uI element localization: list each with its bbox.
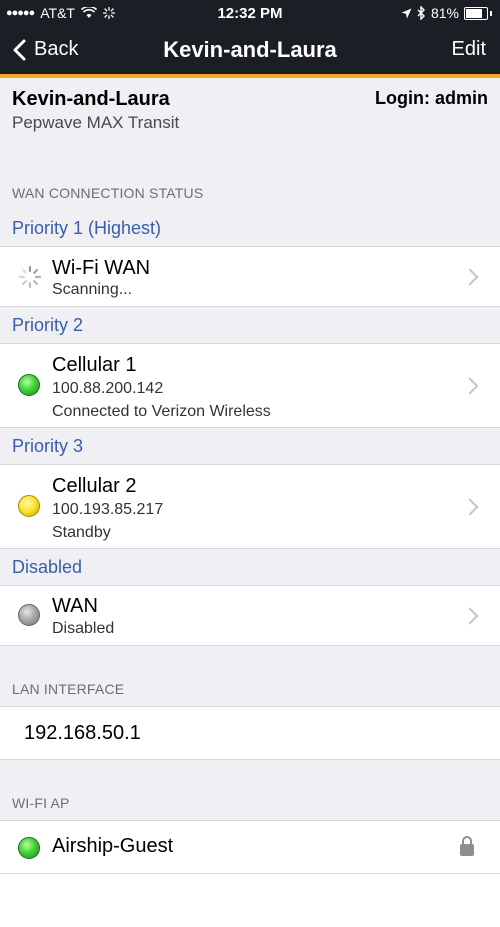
chevron-right-icon <box>461 377 479 395</box>
wan-status-text: Scanning... <box>52 281 133 298</box>
battery-icon <box>464 6 488 20</box>
wifi-ap-row-airship-guest[interactable]: Airship-Guest <box>0 820 500 874</box>
chevron-right-icon <box>461 607 479 625</box>
wifi-ap-row-partial[interactable] <box>0 873 500 927</box>
lan-interface-row[interactable]: 192.168.50.1 <box>0 706 500 760</box>
wan-section-header: WAN CONNECTION STATUS <box>12 185 204 201</box>
wan-ip-address: 100.88.200.142 <box>52 380 164 397</box>
wan-row-wifi-wan[interactable]: Wi-Fi WAN Scanning... <box>0 246 500 307</box>
device-model: Pepwave MAX Transit <box>12 113 180 132</box>
green-status-icon <box>18 374 40 396</box>
wan-row-cellular-2[interactable]: Cellular 2 100.193.85.217 Standby <box>0 464 500 549</box>
edit-button[interactable]: Edit <box>452 38 486 61</box>
wifi-ap-name: Airship-Guest <box>52 835 174 857</box>
priority-2-label: Priority 2 <box>0 307 500 343</box>
login-info: Login: admin <box>375 88 488 108</box>
accent-bar <box>0 74 500 78</box>
wan-row-wan[interactable]: WAN Disabled <box>0 585 500 646</box>
navigation-bar: Back Kevin-and-Laura Edit <box>0 26 500 74</box>
wan-status-text: Connected to Verizon Wireless <box>52 403 271 420</box>
wan-status-text: Disabled <box>52 620 115 637</box>
wan-name: WAN <box>52 595 98 617</box>
location-arrow-icon <box>401 8 412 18</box>
status-bar: ●●●●● AT&T 12:32 PM 81% <box>0 0 500 26</box>
top-bar: ●●●●● AT&T 12:32 PM 81% Back Kevin-and-L… <box>0 0 500 78</box>
priority-1-label: Priority 1 (Highest) <box>0 210 500 246</box>
wan-ip-address: 100.193.85.217 <box>52 501 164 518</box>
wan-status-text: Standby <box>52 524 111 541</box>
lock-icon <box>460 836 474 856</box>
lan-ip-address: 192.168.50.1 <box>24 722 141 744</box>
wan-row-cellular-1[interactable]: Cellular 1 100.88.200.142 Connected to V… <box>0 343 500 428</box>
priority-3-label: Priority 3 <box>0 428 500 464</box>
bluetooth-icon <box>417 6 425 20</box>
device-header: Kevin-and-Laura Pepwave MAX Transit Logi… <box>12 88 488 133</box>
page-title: Kevin-and-Laura <box>163 37 337 62</box>
wan-name: Cellular 2 <box>52 475 137 497</box>
battery-level <box>466 8 482 18</box>
wan-name: Cellular 1 <box>52 354 137 376</box>
battery-percent: 81% <box>430 5 459 21</box>
lan-section-header: LAN INTERFACE <box>12 681 125 697</box>
chevron-right-icon <box>461 268 479 286</box>
gray-status-icon <box>18 604 40 626</box>
yellow-status-icon <box>18 495 40 517</box>
disabled-group-label: Disabled <box>0 549 500 585</box>
chevron-right-icon <box>461 498 479 516</box>
spinner-icon <box>18 265 42 289</box>
wifi-ap-section-header: WI-FI AP <box>12 795 70 811</box>
wan-name: Wi-Fi WAN <box>52 257 151 279</box>
green-status-icon <box>18 837 40 859</box>
